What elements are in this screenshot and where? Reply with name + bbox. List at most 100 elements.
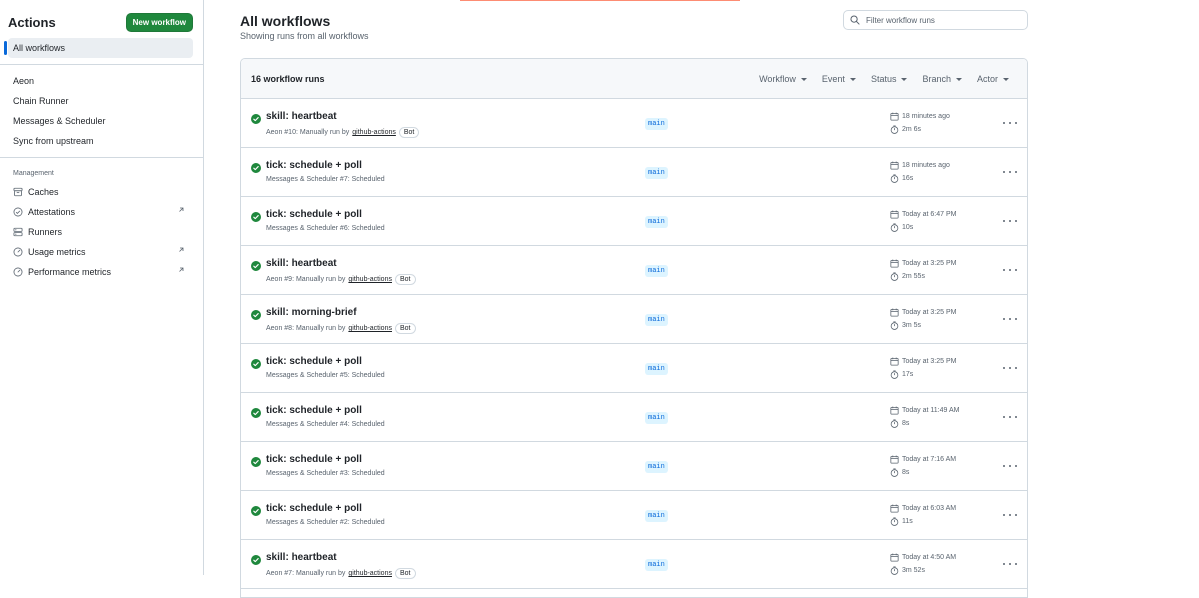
kebab-horizontal-icon[interactable]	[1003, 559, 1017, 569]
stopwatch-icon	[890, 566, 899, 575]
check-circle-icon	[251, 111, 261, 124]
filter-dropdown[interactable]: Status	[871, 74, 908, 84]
workflow-run-row[interactable]: skill: heartbeat Aeon #7: Manually run b…	[241, 540, 1027, 589]
sidebar-item-management[interactable]: Runners	[8, 222, 193, 242]
sidebar-divider	[0, 157, 203, 158]
sidebar-item-label: Caches	[28, 187, 59, 197]
filter-label: Branch	[922, 74, 951, 84]
run-title[interactable]: skill: heartbeat	[266, 552, 337, 563]
runs-list: skill: heartbeat Aeon #10: Manually run …	[241, 99, 1027, 589]
run-meta-text: Aeon #8: Manually run by	[266, 325, 346, 332]
workflow-run-row[interactable]: skill: heartbeat Aeon #10: Manually run …	[241, 99, 1027, 148]
runs-header: 16 workflow runs Workflow Event Status B…	[241, 59, 1027, 99]
workflow-run-row[interactable]: tick: schedule + poll Messages & Schedul…	[241, 442, 1027, 491]
actor-link[interactable]: github-actions	[348, 276, 392, 283]
branch-label[interactable]: main	[645, 118, 668, 130]
kebab-horizontal-icon[interactable]	[1003, 412, 1017, 422]
bot-badge: Bot	[398, 127, 420, 138]
run-title[interactable]: skill: heartbeat	[266, 111, 337, 122]
filter-runs-input[interactable]	[866, 15, 1016, 25]
new-workflow-button[interactable]: New workflow	[125, 12, 193, 32]
workflow-run-row[interactable]: skill: morning-brief Aeon #8: Manually r…	[241, 295, 1027, 344]
run-title[interactable]: tick: schedule + poll	[266, 454, 362, 465]
kebab-horizontal-icon[interactable]	[1003, 510, 1017, 520]
stopwatch-icon	[890, 272, 899, 281]
runs-count: 16 workflow runs	[251, 73, 325, 84]
run-time-text: 18 minutes ago	[902, 162, 950, 169]
branch-label[interactable]: main	[645, 167, 668, 179]
kebab-horizontal-icon[interactable]	[1003, 461, 1017, 471]
sidebar-item-workflow[interactable]: Messages & Scheduler	[8, 111, 193, 131]
branch-label[interactable]: main	[645, 363, 668, 375]
run-meta-text: Aeon #9: Manually run by	[266, 276, 346, 283]
branch-label[interactable]: main	[645, 314, 668, 326]
workflow-run-row[interactable]: tick: schedule + poll Messages & Schedul…	[241, 197, 1027, 246]
run-title[interactable]: tick: schedule + poll	[266, 405, 362, 416]
filter-dropdown[interactable]: Actor	[977, 74, 1009, 84]
run-duration-text: 10s	[902, 224, 914, 231]
workflow-run-row[interactable]: tick: schedule + poll Messages & Schedul…	[241, 344, 1027, 393]
branch-label[interactable]: main	[645, 461, 668, 473]
branch-label[interactable]: main	[645, 412, 668, 424]
workflow-run-row[interactable]: tick: schedule + poll Messages & Schedul…	[241, 393, 1027, 442]
run-meta-text: Messages & Scheduler #3: Scheduled	[266, 470, 385, 477]
calendar-icon	[890, 406, 899, 415]
sidebar-item-label: Usage metrics	[28, 247, 86, 257]
actor-link[interactable]: github-actions	[348, 325, 392, 332]
run-meta: Messages & Scheduler #3: Scheduled	[266, 470, 385, 477]
branch-label[interactable]: main	[645, 216, 668, 228]
sidebar-item-all-workflows[interactable]: All workflows	[4, 38, 193, 58]
sidebar-item-label: Performance metrics	[28, 267, 112, 277]
run-title[interactable]: skill: morning-brief	[266, 307, 357, 318]
server-icon	[13, 227, 23, 237]
workflow-run-row[interactable]: skill: heartbeat Aeon #9: Manually run b…	[241, 246, 1027, 295]
kebab-horizontal-icon[interactable]	[1003, 314, 1017, 324]
run-title[interactable]: tick: schedule + poll	[266, 503, 362, 514]
sidebar-item-label: Messages & Scheduler	[13, 116, 106, 126]
kebab-horizontal-icon[interactable]	[1003, 265, 1017, 275]
run-meta: Aeon #10: Manually run by github-actions…	[266, 127, 420, 138]
check-circle-icon	[251, 454, 261, 467]
kebab-horizontal-icon[interactable]	[1003, 118, 1017, 128]
kebab-horizontal-icon[interactable]	[1003, 216, 1017, 226]
sidebar-item-management[interactable]: Caches	[8, 182, 193, 202]
run-title[interactable]: tick: schedule + poll	[266, 209, 362, 220]
kebab-horizontal-icon[interactable]	[1003, 363, 1017, 373]
sidebar-item-management[interactable]: Usage metrics	[8, 242, 193, 262]
sidebar-item-workflow[interactable]: Aeon	[8, 71, 193, 91]
filter-dropdown[interactable]: Workflow	[759, 74, 807, 84]
run-title[interactable]: skill: heartbeat	[266, 258, 337, 269]
workflow-runs-box: 16 workflow runs Workflow Event Status B…	[240, 58, 1028, 598]
sidebar-item-management[interactable]: Performance metrics	[8, 262, 193, 282]
run-title[interactable]: tick: schedule + poll	[266, 356, 362, 367]
filter-dropdown[interactable]: Event	[822, 74, 856, 84]
calendar-icon	[890, 210, 899, 219]
workflow-list: Aeon Chain Runner Messages & Scheduler S…	[8, 71, 193, 151]
branch-label[interactable]: main	[645, 510, 668, 522]
run-duration: 10s	[890, 223, 913, 232]
sidebar-item-management[interactable]: Attestations	[8, 202, 193, 222]
filter-dropdown[interactable]: Branch	[922, 74, 962, 84]
link-external-icon	[177, 246, 187, 256]
bot-badge: Bot	[394, 323, 416, 334]
calendar-icon	[890, 504, 899, 513]
check-circle-icon	[251, 160, 261, 173]
run-time-text: 18 minutes ago	[902, 113, 950, 120]
calendar-icon	[890, 455, 899, 464]
run-duration: 16s	[890, 174, 913, 183]
run-time-text: Today at 3:25 PM	[902, 309, 957, 316]
actor-link[interactable]: github-actions	[352, 129, 396, 136]
run-title[interactable]: tick: schedule + poll	[266, 160, 362, 171]
run-time-text: Today at 4:50 AM	[902, 554, 957, 561]
branch-label[interactable]: main	[645, 265, 668, 277]
sidebar-item-workflow[interactable]: Sync from upstream	[8, 131, 193, 151]
sidebar-item-workflow[interactable]: Chain Runner	[8, 91, 193, 111]
kebab-horizontal-icon[interactable]	[1003, 167, 1017, 177]
sidebar-divider	[0, 64, 203, 65]
workflow-run-row[interactable]: tick: schedule + poll Messages & Schedul…	[241, 148, 1027, 197]
filter-box	[843, 10, 1028, 30]
actor-link[interactable]: github-actions	[348, 570, 392, 577]
calendar-icon	[890, 161, 899, 170]
workflow-run-row[interactable]: tick: schedule + poll Messages & Schedul…	[241, 491, 1027, 540]
branch-label[interactable]: main	[645, 559, 668, 571]
